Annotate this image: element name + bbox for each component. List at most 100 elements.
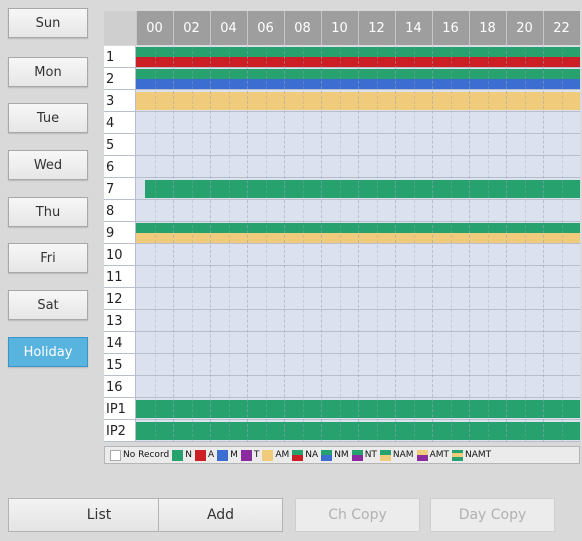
label-column-separator xyxy=(135,46,136,442)
legend-label: NM xyxy=(334,450,349,460)
legend-swatch xyxy=(452,449,463,461)
legend-item: NAMT xyxy=(452,449,492,461)
channel-label: 4 xyxy=(104,112,136,134)
legend-label: AMT xyxy=(429,450,449,460)
legend-swatch xyxy=(110,449,121,461)
hour-gridline xyxy=(339,46,341,442)
legend-item: T xyxy=(240,449,260,461)
hour-gridline xyxy=(321,46,322,442)
hour-label: 18 xyxy=(479,20,496,36)
record-type-legend: No Record N A M T AM NA NM NT NAM AMT NAMT xyxy=(104,446,580,464)
day-button-fri[interactable]: Fri xyxy=(8,243,88,273)
hour-gridline xyxy=(487,46,489,442)
header-corner xyxy=(104,11,136,45)
hour-gridline xyxy=(450,46,452,442)
legend-label: AM xyxy=(275,450,290,460)
hour-gridline xyxy=(191,46,193,442)
day-button-thu[interactable]: Thu xyxy=(8,197,88,227)
hour-label: 08 xyxy=(294,20,311,36)
hour-gridline xyxy=(506,46,507,442)
channel-label: 14 xyxy=(104,332,136,354)
channel-label: IP1 xyxy=(104,398,136,420)
legend-swatch xyxy=(351,449,363,461)
hour-gridline xyxy=(210,46,211,442)
legend-swatch xyxy=(416,449,428,461)
hour-label: 02 xyxy=(183,20,200,36)
legend-swatch xyxy=(217,449,229,461)
hour-label: 04 xyxy=(220,20,237,36)
legend-item: A xyxy=(194,449,215,461)
day-button-tue[interactable]: Tue xyxy=(8,103,88,133)
day-copy-button[interactable]: Day Copy xyxy=(430,498,555,532)
legend-swatch xyxy=(194,449,206,461)
channel-label: 8 xyxy=(104,200,136,222)
legend-item: AM xyxy=(262,449,290,461)
legend-label: NA xyxy=(305,450,319,460)
hour-gridline xyxy=(154,46,156,442)
hour-label: 10 xyxy=(331,20,348,36)
legend-item: AMT xyxy=(416,449,449,461)
add-button[interactable]: Add xyxy=(158,498,283,532)
hour-gridline xyxy=(228,46,230,442)
row-divider xyxy=(104,441,580,442)
channel-label: 10 xyxy=(104,244,136,266)
hour-gridline xyxy=(376,46,378,442)
channel-label: 1 xyxy=(104,46,136,68)
channel-label: 16 xyxy=(104,376,136,398)
hour-gridline xyxy=(302,46,304,442)
hour-label: 06 xyxy=(257,20,274,36)
schedule-grid: 00 02 04 06 08 10 12 14 16 18 20 22 1 2 3 4 5 6 7 8 9 10 11 12… xyxy=(104,11,580,444)
legend-label: NT xyxy=(364,450,377,460)
legend-label: A xyxy=(207,450,215,460)
hour-gridline xyxy=(284,46,285,442)
legend-item: NA xyxy=(292,449,319,461)
channel-label: 2 xyxy=(104,68,136,90)
day-button-wed[interactable]: Wed xyxy=(8,150,88,180)
channel-label: 13 xyxy=(104,310,136,332)
legend-item: NAM xyxy=(379,449,414,461)
channel-label: 7 xyxy=(104,178,136,200)
day-button-sat[interactable]: Sat xyxy=(8,290,88,320)
channel-label: 6 xyxy=(104,156,136,178)
channel-label: IP2 xyxy=(104,420,136,442)
legend-label: NAM xyxy=(392,450,414,460)
hour-header: 00 02 04 06 08 10 12 14 16 18 20 22 xyxy=(104,11,580,45)
legend-swatch xyxy=(321,449,333,461)
hour-label: 00 xyxy=(146,20,163,36)
channel-label: 12 xyxy=(104,288,136,310)
day-button-holiday[interactable]: Holiday xyxy=(8,337,88,367)
channel-label: 15 xyxy=(104,354,136,376)
legend-label: NAMT xyxy=(465,450,492,460)
legend-swatch xyxy=(262,449,274,461)
hour-gridline xyxy=(265,46,267,442)
legend-item: NM xyxy=(321,449,349,461)
legend-label: T xyxy=(253,450,260,460)
channel-label: 3 xyxy=(104,90,136,112)
legend-label: No Record xyxy=(123,450,170,460)
legend-item: No Record xyxy=(110,449,170,461)
legend-item: NT xyxy=(351,449,377,461)
hour-label: 20 xyxy=(516,20,533,36)
hour-label: 14 xyxy=(405,20,422,36)
hour-label: 16 xyxy=(442,20,459,36)
channel-label: 9 xyxy=(104,222,136,244)
legend-label: M xyxy=(230,450,238,460)
hour-gridline xyxy=(173,46,174,442)
legend-item: N xyxy=(172,449,192,461)
day-button-mon[interactable]: Mon xyxy=(8,57,88,87)
ch-copy-button[interactable]: Ch Copy xyxy=(295,498,420,532)
hour-gridline xyxy=(561,46,563,442)
legend-label: N xyxy=(185,450,192,460)
legend-swatch xyxy=(379,449,391,461)
day-button-sun[interactable]: Sun xyxy=(8,8,88,38)
channel-label: 5 xyxy=(104,134,136,156)
hour-gridline xyxy=(432,46,433,442)
legend-item: M xyxy=(217,449,238,461)
hour-gridline xyxy=(524,46,526,442)
channel-label: 11 xyxy=(104,266,136,288)
legend-swatch xyxy=(240,449,252,461)
hour-gridline xyxy=(247,46,248,442)
hour-gridline xyxy=(358,46,359,442)
hour-gridline xyxy=(395,46,396,442)
hour-gridline xyxy=(543,46,544,442)
